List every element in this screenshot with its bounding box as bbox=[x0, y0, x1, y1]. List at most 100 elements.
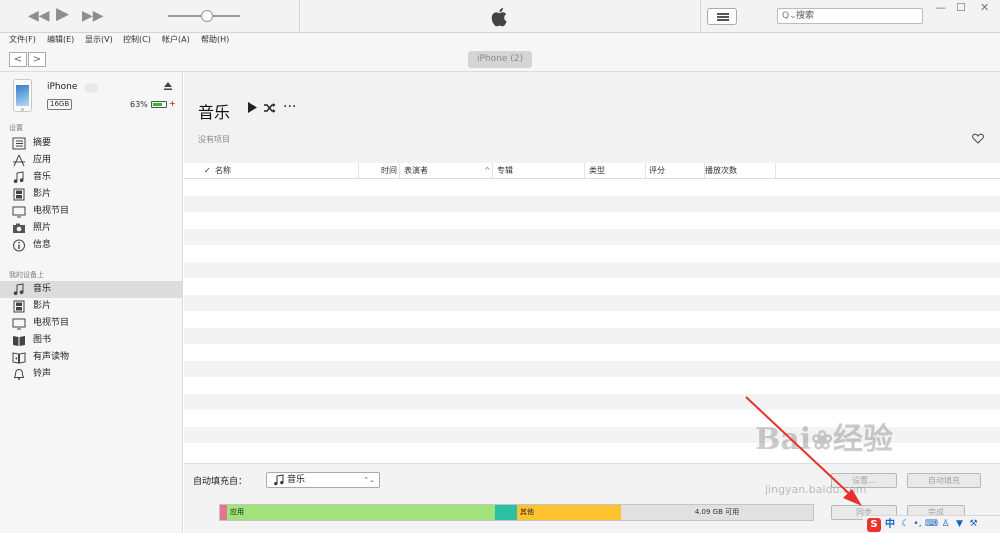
sidebar-item-photos[interactable]: 照片 bbox=[0, 220, 183, 237]
autofill-source-value: 音乐 bbox=[287, 475, 306, 485]
column-artist[interactable]: 表演者 bbox=[402, 163, 493, 178]
device-name: iPhone bbox=[47, 82, 78, 92]
sidebar-item-apps[interactable]: 应用 bbox=[0, 152, 183, 169]
sort-ascending-icon: ^ bbox=[484, 166, 491, 175]
column-genre[interactable]: 类型 bbox=[587, 163, 646, 178]
sidebar-item-device-tones[interactable]: 铃声 bbox=[0, 366, 183, 383]
device-summary[interactable]: iPhone 16GB 63% + bbox=[0, 72, 183, 120]
battery-icon bbox=[151, 101, 167, 108]
sidebar-item-device-movies[interactable]: 影片 bbox=[0, 298, 183, 315]
sidebar-item-device-music[interactable]: 音乐 bbox=[0, 281, 183, 298]
settings-section-header: 设置 bbox=[9, 124, 23, 132]
column-play-count[interactable]: 播放次数 bbox=[705, 163, 776, 178]
play-icon[interactable]: ▶ bbox=[56, 5, 69, 23]
audiobook-icon bbox=[12, 352, 26, 364]
sidebar-item-label: 音乐 bbox=[33, 172, 52, 182]
apple-logo-icon bbox=[491, 8, 507, 27]
more-options-icon[interactable]: ··· bbox=[283, 100, 296, 114]
sidebar-item-device-tv[interactable]: 电视节目 bbox=[0, 315, 183, 332]
red-arrow-annotation bbox=[745, 396, 862, 506]
close-icon[interactable]: ✕ bbox=[980, 2, 989, 14]
sidebar-item-label: 铃声 bbox=[33, 369, 52, 379]
table-row bbox=[184, 245, 1000, 261]
menu-help[interactable]: 帮助(H) bbox=[201, 34, 229, 46]
apps-icon bbox=[13, 154, 25, 167]
column-album[interactable]: 专辑 bbox=[495, 163, 585, 178]
sidebar: iPhone 16GB 63% + 设置 摘要 应用 音乐 影片 电视节目 照片… bbox=[0, 72, 183, 533]
back-button[interactable]: < bbox=[9, 52, 27, 67]
sidebar-item-summary[interactable]: 摘要 bbox=[0, 135, 183, 152]
storage-segment-apps: 应用 bbox=[227, 505, 495, 520]
ime-mode-chinese[interactable]: 中 bbox=[885, 518, 895, 532]
menu-bar: 文件(F) 编辑(E) 显示(V) 控制(C) 帐户(A) 帮助(H) bbox=[0, 33, 1000, 47]
menu-controls[interactable]: 控制(C) bbox=[123, 34, 151, 46]
search-input[interactable] bbox=[796, 9, 920, 23]
device-cloud-icon bbox=[84, 83, 98, 93]
no-items-label: 没有项目 bbox=[198, 135, 230, 144]
heart-icon[interactable] bbox=[972, 133, 984, 144]
fast-forward-icon[interactable]: ▶▶ bbox=[82, 7, 104, 25]
music-note-icon bbox=[274, 474, 284, 486]
up-next-button[interactable] bbox=[707, 8, 737, 25]
sidebar-item-label: 电视节目 bbox=[33, 206, 70, 216]
player-controls: ◀◀ ▶ ▶▶ bbox=[0, 0, 300, 33]
sogou-logo-icon[interactable]: S bbox=[867, 518, 881, 532]
storage-segment-teal bbox=[495, 505, 517, 520]
skin-icon[interactable]: ▼ bbox=[954, 519, 965, 530]
voice-icon[interactable]: ♙ bbox=[940, 519, 951, 530]
menu-file[interactable]: 文件(F) bbox=[9, 34, 36, 46]
shuffle-icon[interactable] bbox=[263, 102, 276, 114]
table-row bbox=[184, 228, 1000, 245]
settings-wrench-icon[interactable]: ⚒ bbox=[968, 519, 979, 530]
search-box[interactable]: Q⌄ bbox=[777, 8, 923, 24]
film-icon bbox=[13, 300, 25, 313]
eject-icon[interactable] bbox=[163, 81, 173, 91]
table-row bbox=[184, 294, 1000, 311]
music-header: 音乐 ··· 没有项目 bbox=[184, 72, 1000, 163]
table-row bbox=[184, 195, 1000, 212]
column-name[interactable]: 名称 bbox=[215, 163, 359, 178]
column-rating[interactable]: 评分 bbox=[647, 163, 705, 178]
sidebar-item-tv[interactable]: 电视节目 bbox=[0, 203, 183, 220]
sidebar-item-device-audiobooks[interactable]: 有声读物 bbox=[0, 349, 183, 366]
device-capacity: 16GB bbox=[47, 99, 73, 110]
keyboard-icon[interactable]: ⌨ bbox=[925, 519, 938, 530]
sidebar-item-device-books[interactable]: 图书 bbox=[0, 332, 183, 349]
table-row bbox=[184, 377, 1000, 393]
sidebar-item-label: 影片 bbox=[33, 301, 52, 311]
menu-edit[interactable]: 编辑(E) bbox=[47, 34, 74, 46]
play-icon[interactable] bbox=[246, 101, 258, 114]
minimize-icon[interactable]: — bbox=[935, 2, 946, 14]
sidebar-item-music[interactable]: 音乐 bbox=[0, 169, 183, 186]
forward-button[interactable]: > bbox=[28, 52, 46, 67]
sidebar-item-label: 信息 bbox=[33, 240, 52, 250]
rewind-icon[interactable]: ◀◀ bbox=[28, 7, 50, 25]
sidebar-item-label: 照片 bbox=[33, 223, 52, 233]
autofill-source-select[interactable]: 音乐 ⌃⌄ bbox=[266, 472, 380, 488]
title-bar: ◀◀ ▶ ▶▶ Q⌄ — ☐ ✕ bbox=[0, 0, 1000, 33]
table-row bbox=[184, 393, 1000, 410]
column-time[interactable]: 时间 bbox=[360, 163, 400, 178]
sidebar-item-label: 影片 bbox=[33, 189, 52, 199]
ime-toolbar: S 中 ☾ •, ⌨ ♙ ▼ ⚒ bbox=[863, 515, 1000, 533]
table-row bbox=[184, 327, 1000, 344]
column-check[interactable]: ✓ bbox=[204, 163, 214, 178]
volume-knob[interactable] bbox=[201, 10, 213, 22]
sidebar-item-label: 音乐 bbox=[33, 284, 52, 294]
sidebar-item-movies[interactable]: 影片 bbox=[0, 186, 183, 203]
menu-account[interactable]: 帐户(A) bbox=[162, 34, 190, 46]
device-button[interactable]: iPhone (2) bbox=[468, 51, 532, 68]
maximize-icon[interactable]: ☐ bbox=[956, 2, 966, 14]
storage-segment-other: 其他 bbox=[517, 505, 621, 520]
table-row bbox=[184, 179, 1000, 195]
summary-icon bbox=[12, 137, 26, 150]
punctuation-icon[interactable]: •, bbox=[912, 519, 923, 530]
table-row bbox=[184, 212, 1000, 228]
sidebar-item-info[interactable]: 信息 bbox=[0, 237, 183, 254]
info-icon bbox=[13, 239, 25, 252]
moon-icon[interactable]: ☾ bbox=[900, 519, 911, 530]
menu-view[interactable]: 显示(V) bbox=[85, 34, 113, 46]
camera-icon bbox=[13, 223, 25, 233]
autofill-label: 自动填充自： bbox=[193, 477, 248, 487]
charging-icon: + bbox=[169, 99, 176, 108]
